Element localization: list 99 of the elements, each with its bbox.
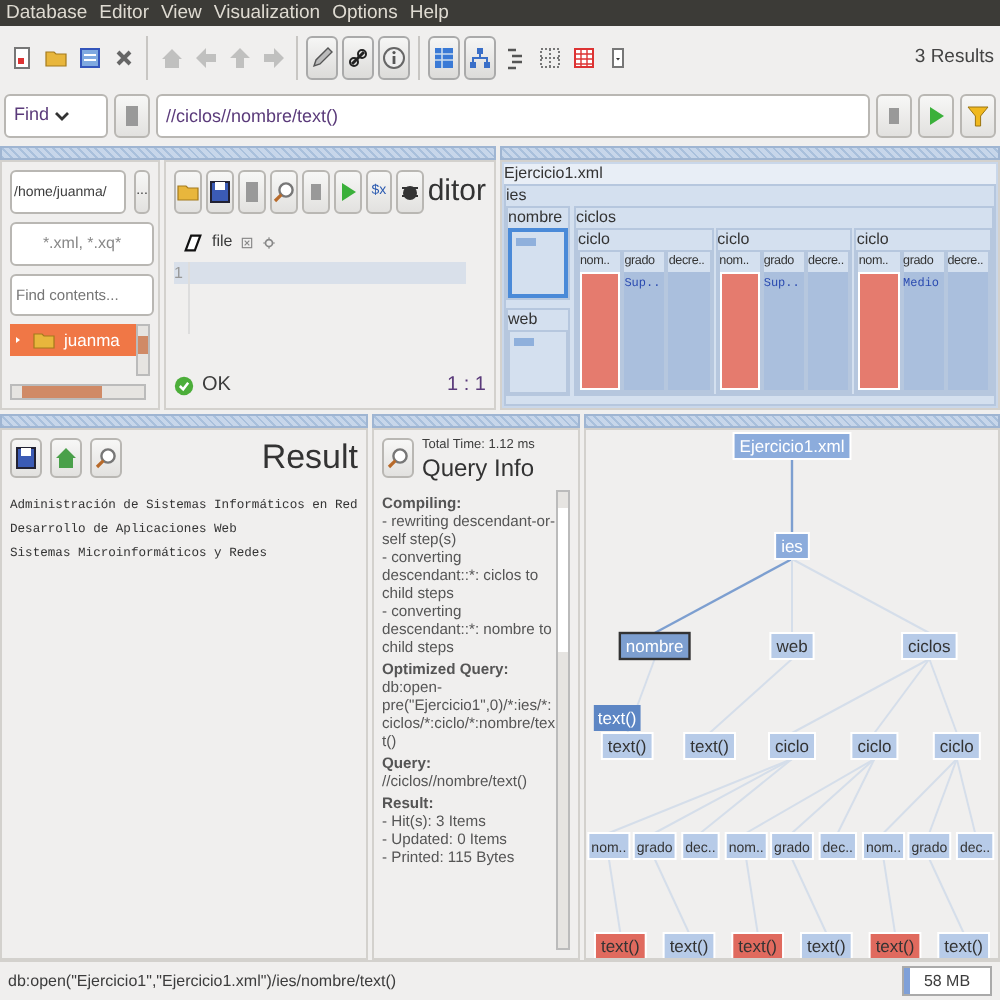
tree-node[interactable]: text() xyxy=(593,932,647,958)
file-tab-icon xyxy=(182,231,204,253)
tree-edge xyxy=(745,858,759,934)
list-icon xyxy=(503,46,527,70)
window-icon xyxy=(77,46,101,70)
folder-icon xyxy=(43,46,67,70)
tree-node[interactable]: ciclo xyxy=(768,732,816,760)
search-button[interactable] xyxy=(90,438,122,478)
home-icon xyxy=(159,46,183,70)
tree-edge xyxy=(790,459,794,533)
menu-item[interactable]: View xyxy=(161,0,202,26)
link-icon xyxy=(346,46,370,70)
save-button[interactable] xyxy=(10,438,42,478)
up-arrow-icon xyxy=(227,46,251,70)
blank-page-icon xyxy=(120,104,144,128)
search-button[interactable] xyxy=(270,170,298,214)
memory-meter[interactable]: 58 MB xyxy=(902,966,992,996)
map-node[interactable]: web xyxy=(506,307,570,396)
panel-drag-bar[interactable] xyxy=(584,414,1000,428)
vertical-scrollbar[interactable] xyxy=(556,490,570,950)
table-icon xyxy=(571,46,595,70)
search-icon xyxy=(94,446,118,470)
stop-button[interactable] xyxy=(302,170,330,214)
vertical-scrollbar[interactable] xyxy=(136,324,150,377)
search-icon xyxy=(386,446,410,470)
query-field[interactable]: //ciclos//nombre/text() xyxy=(156,94,870,138)
tree-node[interactable]: ciclo xyxy=(850,732,899,760)
folder-icon xyxy=(32,328,56,353)
line-number: 1 xyxy=(174,262,188,284)
panel-title: Result xyxy=(261,438,358,478)
tree-node[interactable]: ciclos xyxy=(901,632,958,660)
panel-title: Query Info xyxy=(422,454,535,482)
tree-node[interactable]: text() xyxy=(662,932,716,958)
history-button[interactable] xyxy=(114,94,150,138)
info-icon xyxy=(382,46,406,70)
horizontal-scrollbar[interactable] xyxy=(10,384,146,400)
cursor-position: 1 : 1 xyxy=(447,372,486,400)
tooltip: text() xyxy=(593,705,641,731)
run-button[interactable] xyxy=(918,94,954,138)
panel-title: ditor xyxy=(427,172,486,212)
tree-node[interactable]: text() xyxy=(799,932,853,958)
status-text: OK xyxy=(202,372,231,400)
tree-node[interactable]: text() xyxy=(731,932,785,958)
bug-icon xyxy=(397,180,422,204)
grid-icon xyxy=(432,46,456,70)
folder-icon xyxy=(176,180,200,204)
map-node[interactable]: nombre xyxy=(506,206,570,299)
menu-item[interactable]: Visualization xyxy=(213,0,321,26)
stop-button[interactable] xyxy=(876,94,912,138)
tree-edge xyxy=(791,858,828,934)
check-icon xyxy=(174,375,194,395)
expand-arrow-icon xyxy=(12,334,24,347)
tree-edge xyxy=(882,858,896,934)
filter-field[interactable]: *.xml, *.xq* xyxy=(10,222,154,266)
tree-edge xyxy=(607,858,622,934)
tree-node[interactable]: text() xyxy=(868,932,922,958)
menu-item[interactable]: Database xyxy=(6,0,88,26)
panel-drag-bar[interactable] xyxy=(372,414,580,428)
panel-drag-bar[interactable] xyxy=(500,146,1000,160)
blank-page-icon xyxy=(240,180,264,204)
filter-button[interactable] xyxy=(960,94,996,138)
menu-item[interactable]: Editor xyxy=(99,0,149,26)
run-button[interactable] xyxy=(334,170,362,214)
filter-icon xyxy=(966,104,990,128)
right-arrow-icon xyxy=(261,46,285,70)
tree-edge xyxy=(653,858,690,934)
tree-node[interactable]: text() xyxy=(937,932,991,958)
toolbar-button[interactable] xyxy=(306,36,338,80)
map-title: Ejercicio1.xml xyxy=(504,164,996,184)
dotted-grid-icon xyxy=(537,46,561,70)
tree-node[interactable]: ciclo xyxy=(932,732,981,760)
play-icon xyxy=(336,180,360,204)
debug-button[interactable] xyxy=(395,170,424,214)
search-button[interactable] xyxy=(382,438,414,478)
close-icon xyxy=(111,46,135,70)
play-icon xyxy=(924,104,948,128)
floppy-icon xyxy=(208,180,232,204)
menu-item[interactable]: Options xyxy=(332,0,398,26)
document-icon xyxy=(9,46,33,70)
left-arrow-icon xyxy=(193,46,217,70)
panel-drag-bar[interactable] xyxy=(0,414,368,428)
tree-icon xyxy=(468,46,492,70)
close-icon xyxy=(240,235,255,249)
menu-item[interactable]: Help xyxy=(409,0,449,26)
search-icon xyxy=(272,180,296,204)
save-button[interactable] xyxy=(206,170,234,214)
results-count: 3 Results xyxy=(914,43,994,72)
floppy-icon xyxy=(14,446,38,470)
mode-select[interactable]: Find xyxy=(4,94,108,138)
tree-node[interactable]: text() xyxy=(600,732,654,760)
panel-drag-bar[interactable] xyxy=(0,146,496,160)
editor-tab[interactable]: file xyxy=(182,230,486,254)
home-icon xyxy=(54,446,78,470)
tree-node[interactable]: web xyxy=(769,632,815,660)
toolbar-button[interactable] xyxy=(342,36,374,80)
tree-node[interactable]: text() xyxy=(683,732,736,760)
tree-edge xyxy=(928,858,965,934)
status-text: db:open("Ejercicio1","Ejercicio1.xml")/ies/nombre/text() xyxy=(8,969,397,993)
pencil-icon xyxy=(310,46,334,70)
